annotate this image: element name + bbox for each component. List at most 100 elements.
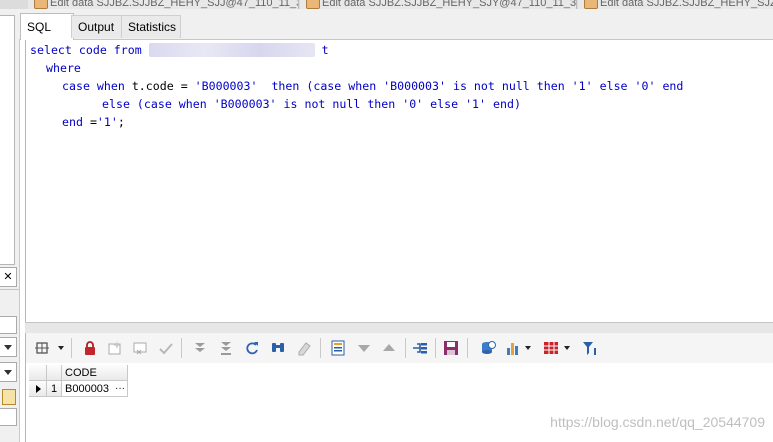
sql-keyword: (case <box>306 79 342 93</box>
document-tab-3[interactable]: Edit data SJJBZ.SJJBZ_HEHY_SJZ <box>578 0 773 9</box>
grid-options-icon[interactable] <box>34 340 50 356</box>
sql-string: '0' <box>634 79 656 93</box>
sql-string: '1' <box>96 115 118 129</box>
table-view-icon[interactable] <box>543 340 559 356</box>
document-tab-label: Edit data SJJBZ.SJJBZ_HEHY_SJJ@47_110_11… <box>50 0 299 9</box>
left-panel-dropdown[interactable] <box>0 362 17 382</box>
chevron-down-icon[interactable] <box>58 346 64 350</box>
sql-keyword: else <box>430 97 459 111</box>
table-cell-code[interactable]: B000003 ··· <box>62 381 128 397</box>
sql-keyword: not <box>473 79 495 93</box>
save-icon[interactable] <box>443 340 459 356</box>
clear-icon[interactable] <box>296 340 312 356</box>
sql-keyword: (case <box>136 97 172 111</box>
sql-keyword: when <box>348 79 377 93</box>
sql-keyword: end <box>662 79 684 93</box>
chevron-down-icon <box>4 345 12 350</box>
sql-keyword: end <box>62 115 83 129</box>
row-number: 1 <box>47 381 62 397</box>
sql-operator: = <box>89 115 97 129</box>
sql-line-5: end ='1'; <box>62 113 125 131</box>
post-changes-icon[interactable] <box>158 340 174 356</box>
sql-keyword: null <box>332 97 361 111</box>
sql-alias: t <box>321 43 329 57</box>
left-panel-field[interactable] <box>0 316 17 334</box>
close-icon[interactable]: ✕ <box>0 267 17 287</box>
divider <box>71 338 72 358</box>
fetch-last-icon[interactable] <box>218 340 234 356</box>
refresh-icon[interactable] <box>244 340 260 356</box>
sql-keyword: not <box>304 97 326 111</box>
sql-line-1: select code from t <box>30 41 329 59</box>
sql-keyword: else <box>102 97 130 111</box>
chevron-down-icon[interactable] <box>564 346 570 350</box>
document-tab-bar: Edit data SJJBZ.SJJBZ_HEHY_SJJ@47_110_11… <box>0 0 773 9</box>
sql-line-4: else (case when 'B000003' is not null th… <box>102 95 521 113</box>
sql-keyword: else <box>599 79 628 93</box>
sql-operator: = <box>180 79 188 93</box>
fetch-next-icon[interactable] <box>192 340 208 356</box>
delete-record-icon[interactable] <box>132 340 148 356</box>
sql-string: 'B000003' <box>383 79 446 93</box>
sql-string: 'B000003' <box>213 97 277 111</box>
chart-icon[interactable] <box>505 340 521 356</box>
sql-string: '0' <box>402 97 424 111</box>
sql-keyword: null <box>501 79 530 93</box>
divider <box>467 338 468 358</box>
sql-editor[interactable]: select code from t where case when t.cod… <box>25 40 773 322</box>
chevron-down-icon <box>4 370 12 375</box>
sql-keyword: is <box>283 97 298 111</box>
table-icon <box>34 0 48 9</box>
filter-icon[interactable] <box>582 340 598 356</box>
table-icon <box>306 0 320 9</box>
cell-editor-button[interactable]: ··· <box>115 381 125 397</box>
left-panel-list[interactable] <box>0 15 15 265</box>
sql-column: t.code <box>131 79 174 93</box>
row-header-corner <box>29 365 47 381</box>
sql-string: '1' <box>571 79 593 93</box>
sql-keyword: case <box>62 79 90 93</box>
sql-keyword: then <box>271 79 300 93</box>
query-by-example-icon[interactable] <box>412 340 428 356</box>
left-panel-dropdown[interactable] <box>0 337 17 357</box>
left-panel: ✕ <box>0 9 20 442</box>
sql-keyword: then <box>367 97 396 111</box>
previous-record-icon[interactable] <box>356 340 372 356</box>
sql-keyword: when <box>96 79 125 93</box>
export-icon[interactable] <box>480 340 496 356</box>
document-tab-2[interactable]: Edit data SJJBZ.SJJBZ_HEHY_SJY@47_110_11… <box>300 0 577 9</box>
divider <box>435 338 436 358</box>
table-icon <box>584 0 598 9</box>
current-row-arrow-icon <box>36 385 41 393</box>
sql-keyword: from <box>113 43 142 57</box>
next-record-icon[interactable] <box>381 340 397 356</box>
divider <box>181 338 182 358</box>
find-icon[interactable] <box>270 340 286 356</box>
document-tab-1[interactable]: Edit data SJJBZ.SJJBZ_HEHY_SJJ@47_110_11… <box>28 0 299 9</box>
sql-keyword: is <box>452 79 467 93</box>
cell-value: B000003 <box>65 383 110 395</box>
sql-string: '1' <box>465 97 487 111</box>
result-toolbar <box>25 333 773 363</box>
table-row-indicator[interactable] <box>29 381 47 397</box>
single-record-view-icon[interactable] <box>330 340 346 356</box>
folder-icon[interactable] <box>2 389 16 405</box>
result-grid[interactable]: CODE 1 B000003 ··· <box>25 363 773 442</box>
tab-sql[interactable]: SQL <box>20 13 74 40</box>
lock-icon[interactable] <box>82 340 98 356</box>
divider <box>405 338 406 358</box>
column-header-code[interactable]: CODE <box>62 365 128 381</box>
sql-token: code <box>78 43 107 57</box>
sql-keyword: when <box>178 97 207 111</box>
insert-record-icon[interactable] <box>107 340 123 356</box>
sql-keyword: end) <box>493 97 521 111</box>
left-panel-field[interactable] <box>0 408 17 426</box>
divider <box>0 289 19 290</box>
sql-line-3: case when t.code = 'B000003' then (case … <box>62 77 683 95</box>
sql-keyword: then <box>536 79 565 93</box>
tab-output[interactable]: Output <box>71 15 122 38</box>
tab-statistics[interactable]: Statistics <box>121 15 181 38</box>
sql-operator: ; <box>117 115 125 129</box>
sql-string: 'B000003' <box>194 79 258 93</box>
chevron-down-icon[interactable] <box>525 346 531 350</box>
